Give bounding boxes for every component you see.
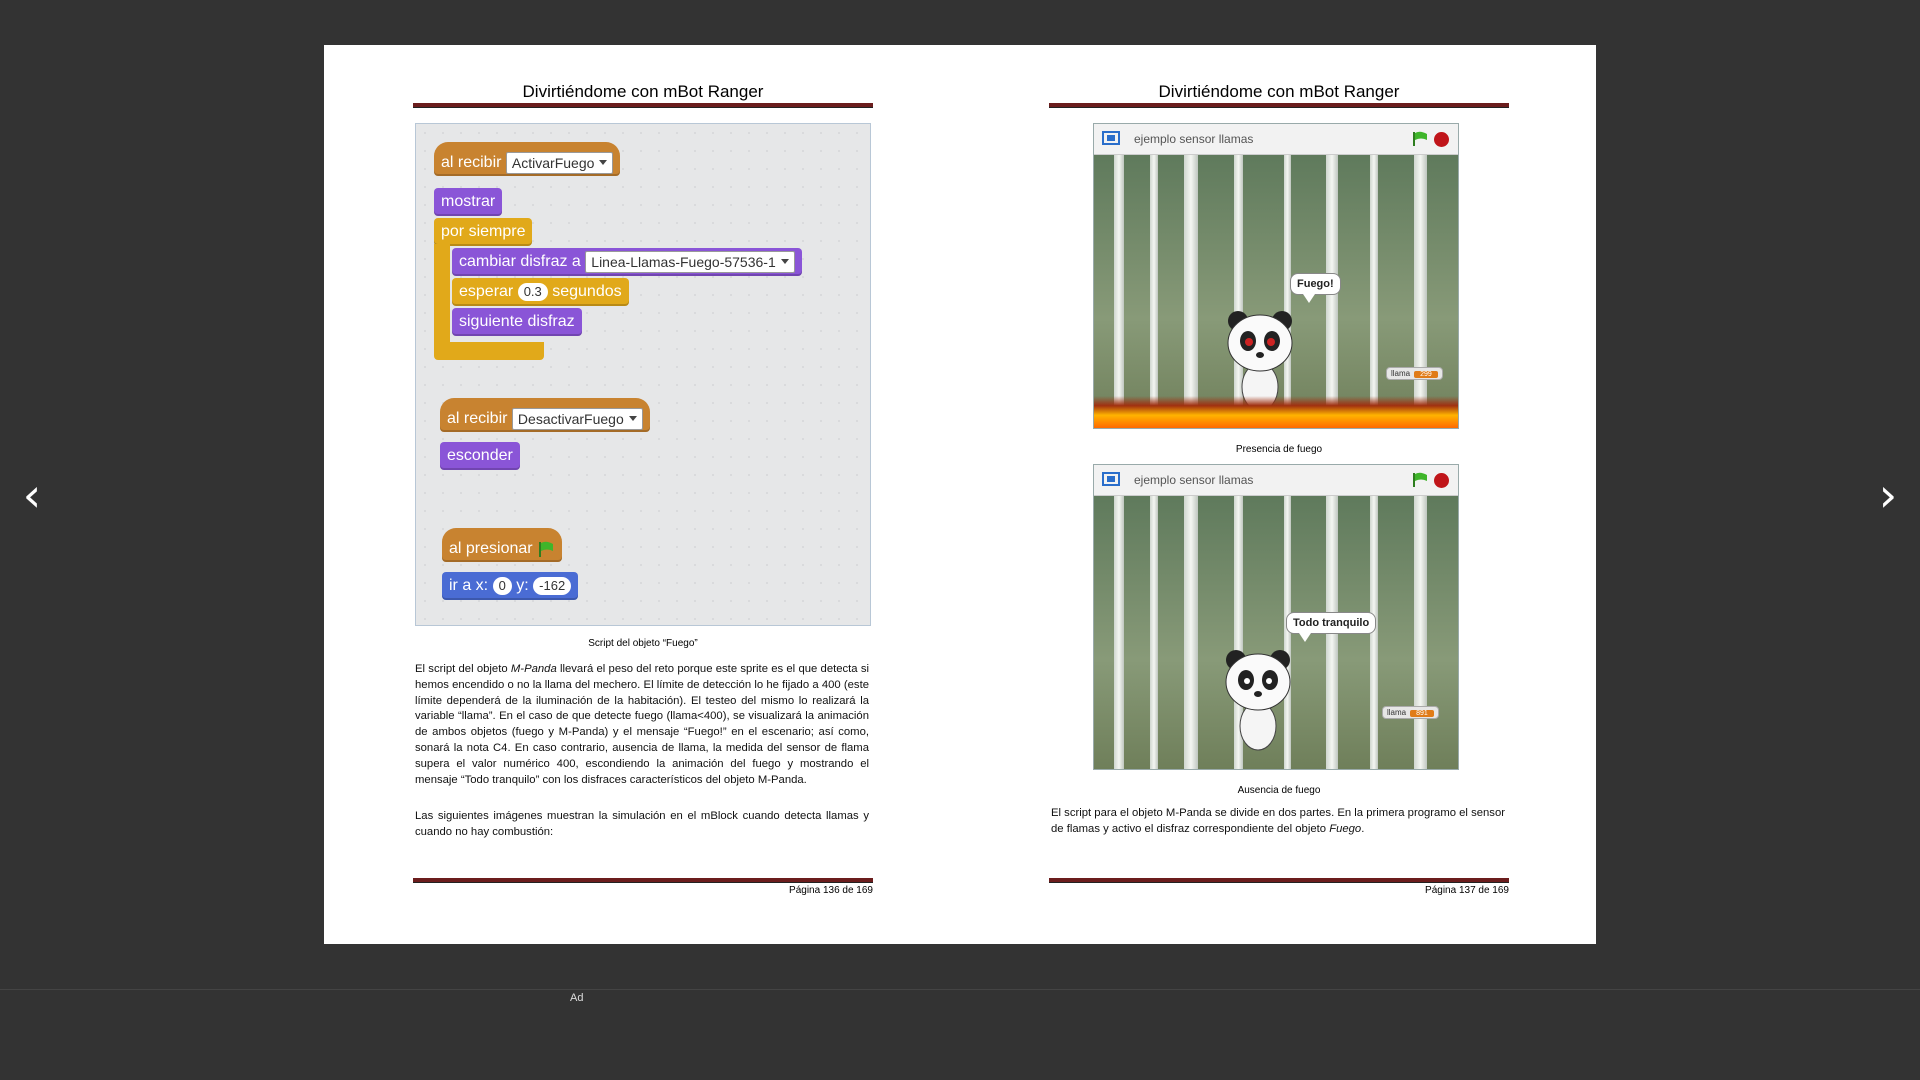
stage-screenshot-fire: ejemplo sensor llamas Fuego! llama 299	[1093, 123, 1459, 429]
monitor-label: llama	[1387, 708, 1407, 717]
next-page-button[interactable]: ›	[1868, 470, 1908, 520]
green-flag-icon	[1413, 472, 1427, 487]
ad-divider	[0, 989, 1920, 990]
message-dropdown: ActivarFuego	[505, 151, 614, 174]
when-receive-block: al recibir ActivarFuego	[434, 142, 621, 176]
show-block: mostrar	[434, 188, 503, 216]
fullscreen-icon	[1102, 131, 1120, 145]
block-label: y:	[516, 577, 529, 594]
stage-toolbar: ejemplo sensor llamas	[1094, 124, 1458, 155]
green-flag-icon	[1413, 131, 1427, 146]
block-label: al recibir	[447, 410, 508, 427]
tree-trunk	[1114, 496, 1124, 769]
page-136: Divirtiéndome con mBot Ranger al recibir…	[413, 45, 873, 944]
tree-trunk	[1414, 155, 1427, 428]
paragraph: El script para el objeto M-Panda se divi…	[1051, 806, 1505, 838]
y-value: -162	[533, 576, 572, 595]
green-flag-icon	[539, 541, 554, 557]
hide-block: esconder	[440, 442, 520, 470]
block-label: cambiar disfraz a	[459, 253, 581, 270]
panda-sprite	[1225, 650, 1291, 751]
wait-block: esperar 0.3 segundos	[452, 278, 629, 306]
when-receive-block: al recibir DesactivarFuego	[440, 398, 650, 432]
text-italic: M-Panda	[510, 663, 557, 675]
stop-icon	[1434, 473, 1449, 488]
page-number: Página 137 de 169	[1425, 885, 1509, 896]
tree-trunk	[1150, 496, 1158, 769]
stage-canvas: Fuego! llama 299	[1094, 155, 1458, 428]
fire-sprite	[1094, 396, 1458, 428]
next-costume-block: siguiente disfraz	[452, 308, 582, 336]
block-label: al presionar	[449, 540, 533, 557]
footer-rule	[1049, 878, 1509, 883]
stage-toolbar: ejemplo sensor llamas	[1094, 465, 1458, 496]
page-137: Divirtiéndome con mBot Ranger ejemplo se…	[1049, 45, 1509, 944]
block-label: ir a x:	[449, 577, 489, 594]
variable-monitor: llama 299	[1386, 367, 1443, 380]
tree-trunk	[1150, 155, 1158, 428]
paragraph: El script del objeto M-Panda llevará el …	[415, 662, 869, 788]
tree-trunk	[1414, 496, 1427, 769]
block-label: al recibir	[441, 154, 502, 171]
previous-page-button[interactable]: ‹	[12, 470, 52, 520]
tree-trunk	[1370, 155, 1378, 428]
block-label: esperar	[459, 283, 514, 300]
text-italic: Fuego	[1329, 822, 1362, 835]
text-span: .	[1361, 822, 1365, 835]
x-value: 0	[492, 576, 512, 595]
costume-dropdown: Linea-Llamas-Fuego-57536-1	[585, 250, 795, 273]
project-title: ejemplo sensor llamas	[1134, 473, 1254, 487]
variable-monitor: llama 891	[1382, 706, 1439, 719]
figure-caption: Ausencia de fuego	[1237, 785, 1321, 796]
wait-value: 0.3	[517, 282, 548, 301]
page-number: Página 136 de 169	[789, 885, 873, 896]
forever-loop-arm	[434, 244, 450, 352]
when-flag-clicked-block: al presionar	[442, 528, 563, 562]
fullscreen-icon	[1102, 472, 1120, 486]
speech-bubble: Fuego!	[1290, 273, 1341, 303]
speech-bubble: Todo tranquilo	[1286, 612, 1377, 642]
message-dropdown: DesactivarFuego	[511, 407, 643, 430]
monitor-label: llama	[1391, 369, 1411, 378]
document-spread: Divirtiéndome con mBot Ranger al recibir…	[324, 45, 1596, 944]
tree-trunk	[1184, 496, 1198, 769]
forever-block: por siempre	[434, 218, 533, 246]
header-rule	[413, 103, 873, 108]
text-span: llevará el peso del reto porque este spr…	[415, 663, 869, 786]
figure-caption: Presencia de fuego	[1235, 444, 1323, 455]
forever-loop-end	[434, 342, 544, 360]
tree-trunk	[1114, 155, 1124, 428]
switch-costume-block: cambiar disfraz a Linea-Llamas-Fuego-575…	[452, 248, 802, 276]
header-rule	[1049, 103, 1509, 108]
block-label: segundos	[552, 283, 622, 300]
go-to-xy-block: ir a x: 0 y: -162	[442, 572, 579, 600]
stage-canvas: Todo tranquilo llama 891	[1094, 496, 1458, 769]
footer-rule	[413, 878, 873, 883]
project-title: ejemplo sensor llamas	[1134, 132, 1254, 146]
ad-label: Ad	[570, 992, 584, 1004]
figure-caption: Script del objeto “Fuego”	[588, 638, 698, 649]
monitor-value: 891	[1410, 710, 1434, 717]
monitor-value: 299	[1414, 371, 1438, 378]
page-header: Divirtiéndome con mBot Ranger	[522, 82, 764, 101]
script-figure: al recibir ActivarFuego mostrar por siem…	[415, 123, 871, 626]
text-span: El script del objeto	[415, 663, 511, 675]
text-span: El script para el objeto M-Panda se divi…	[1051, 807, 1505, 835]
tree-trunk	[1184, 155, 1198, 428]
stop-icon	[1434, 132, 1449, 147]
page-header: Divirtiéndome con mBot Ranger	[1158, 82, 1400, 101]
paragraph: Las siguientes imágenes muestran la simu…	[415, 810, 869, 838]
stage-screenshot-no-fire: ejemplo sensor llamas Todo tranquilo lla…	[1093, 464, 1459, 770]
